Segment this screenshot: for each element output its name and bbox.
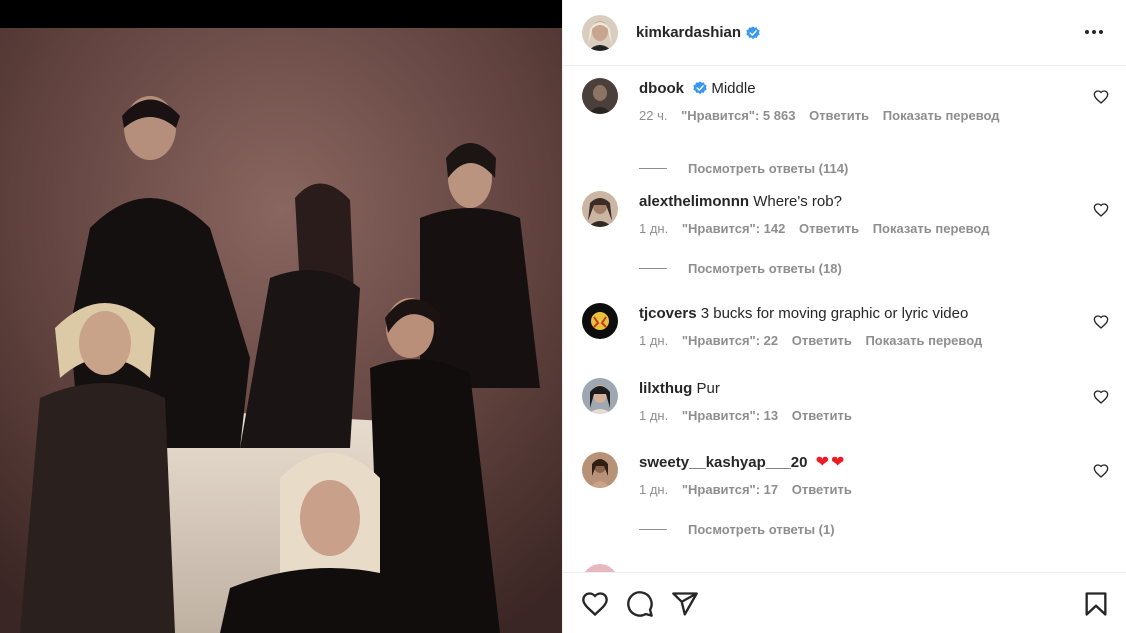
- commenter-avatar[interactable]: [582, 452, 618, 488]
- comment-time[interactable]: 1 дн.: [639, 333, 668, 348]
- comment-username[interactable]: lilxthug: [639, 380, 692, 397]
- comment-meta: 1 дн. "Нравится": 142 Ответить Показать …: [639, 221, 1077, 236]
- commenter-avatar[interactable]: [582, 378, 618, 414]
- heart-icon[interactable]: [581, 590, 609, 618]
- comment-likes[interactable]: "Нравится": 13: [682, 408, 778, 423]
- reply-button[interactable]: Ответить: [792, 482, 852, 497]
- verified-badge-icon: [746, 25, 760, 39]
- translate-button[interactable]: Показать перевод: [873, 221, 990, 236]
- comment-meta: 22 ч. "Нравится": 5 863 Ответить Показат…: [639, 108, 1077, 123]
- author-username[interactable]: kimkardashian: [636, 24, 741, 41]
- comment-username[interactable]: sweety__kashyap___20: [639, 454, 807, 471]
- comment-username[interactable]: alexthelimonnn: [639, 193, 749, 210]
- comment-line: tjcovers 3 bucks for moving graphic or l…: [639, 305, 1077, 323]
- comment-like-icon[interactable]: [1093, 202, 1109, 218]
- comment-likes[interactable]: "Нравится": 5 863: [681, 108, 795, 123]
- comment-icon[interactable]: [626, 590, 654, 618]
- post-panel: kimkardashian dbook Middle 22 ч. "Нравит…: [562, 0, 1126, 633]
- comment-like-icon[interactable]: [1093, 89, 1109, 105]
- comment-meta: 1 дн. "Нравится": 13 Ответить: [639, 408, 1077, 423]
- comment-text: 3 bucks for moving graphic or lyric vide…: [700, 305, 969, 322]
- comment-text: Where's rob?: [753, 193, 842, 210]
- view-replies-button[interactable]: Посмотреть ответы (1): [639, 522, 835, 537]
- replies-dash: [639, 168, 667, 169]
- commenter-avatar[interactable]: [582, 564, 618, 572]
- commenter-avatar[interactable]: [582, 191, 618, 227]
- photo-top-bar: [0, 0, 562, 28]
- author-avatar[interactable]: [582, 14, 618, 51]
- comment-meta: 1 дн. "Нравится": 22 Ответить Показать п…: [639, 333, 1077, 348]
- comment-likes[interactable]: "Нравится": 142: [682, 221, 786, 236]
- view-replies-button[interactable]: Посмотреть ответы (114): [639, 161, 848, 176]
- post-photo[interactable]: [0, 0, 562, 633]
- view-replies-button[interactable]: Посмотреть ответы (18): [639, 261, 842, 276]
- replies-dash: [639, 529, 667, 530]
- post-action-bar: [563, 572, 1126, 633]
- comment-line: alexthelimonnn Where's rob?: [639, 193, 1077, 211]
- comment-like-icon[interactable]: [1093, 463, 1109, 479]
- comments-list[interactable]: dbook Middle 22 ч. "Нравится": 5 863 Отв…: [563, 66, 1126, 572]
- replies-dash: [639, 268, 667, 269]
- share-icon[interactable]: [671, 590, 699, 618]
- comment-time[interactable]: 22 ч.: [639, 108, 667, 123]
- comment-likes[interactable]: "Нравится": 22: [682, 333, 778, 348]
- comment-text: Pur: [696, 380, 720, 397]
- comment-line: dbook Middle: [639, 80, 1077, 98]
- comment-username[interactable]: tjcovers: [639, 305, 697, 322]
- view-replies-label: Посмотреть ответы (18): [688, 261, 842, 276]
- comment-like-icon[interactable]: [1093, 389, 1109, 405]
- post-header: kimkardashian: [563, 0, 1126, 66]
- more-options-icon[interactable]: [1083, 22, 1105, 42]
- reply-button[interactable]: Ответить: [792, 333, 852, 348]
- comment-line: sweety__kashyap___20 ❤❤: [639, 454, 1077, 472]
- reply-button[interactable]: Ответить: [809, 108, 869, 123]
- comment-time[interactable]: 1 дн.: [639, 408, 668, 423]
- post-image: [0, 28, 562, 633]
- comment-meta: 1 дн. "Нравится": 17 Ответить: [639, 482, 1077, 497]
- reply-button[interactable]: Ответить: [799, 221, 859, 236]
- reply-button[interactable]: Ответить: [792, 408, 852, 423]
- comment-time[interactable]: 1 дн.: [639, 221, 668, 236]
- comment-time[interactable]: 1 дн.: [639, 482, 668, 497]
- comment-like-icon[interactable]: [1093, 314, 1109, 330]
- comment-line: lilxthug Pur: [639, 380, 1077, 398]
- comment-text: Middle: [711, 80, 756, 97]
- view-replies-label: Посмотреть ответы (114): [688, 161, 849, 176]
- view-replies-label: Посмотреть ответы (1): [688, 522, 835, 537]
- translate-button[interactable]: Показать перевод: [865, 333, 982, 348]
- comment-likes[interactable]: "Нравится": 17: [682, 482, 778, 497]
- comment-text: ❤❤: [815, 454, 847, 471]
- verified-badge-icon: [693, 81, 707, 95]
- commenter-avatar[interactable]: [582, 303, 618, 339]
- commenter-avatar[interactable]: [582, 78, 618, 114]
- bookmark-icon[interactable]: [1082, 590, 1110, 618]
- translate-button[interactable]: Показать перевод: [883, 108, 1000, 123]
- comment-username[interactable]: dbook: [639, 80, 684, 97]
